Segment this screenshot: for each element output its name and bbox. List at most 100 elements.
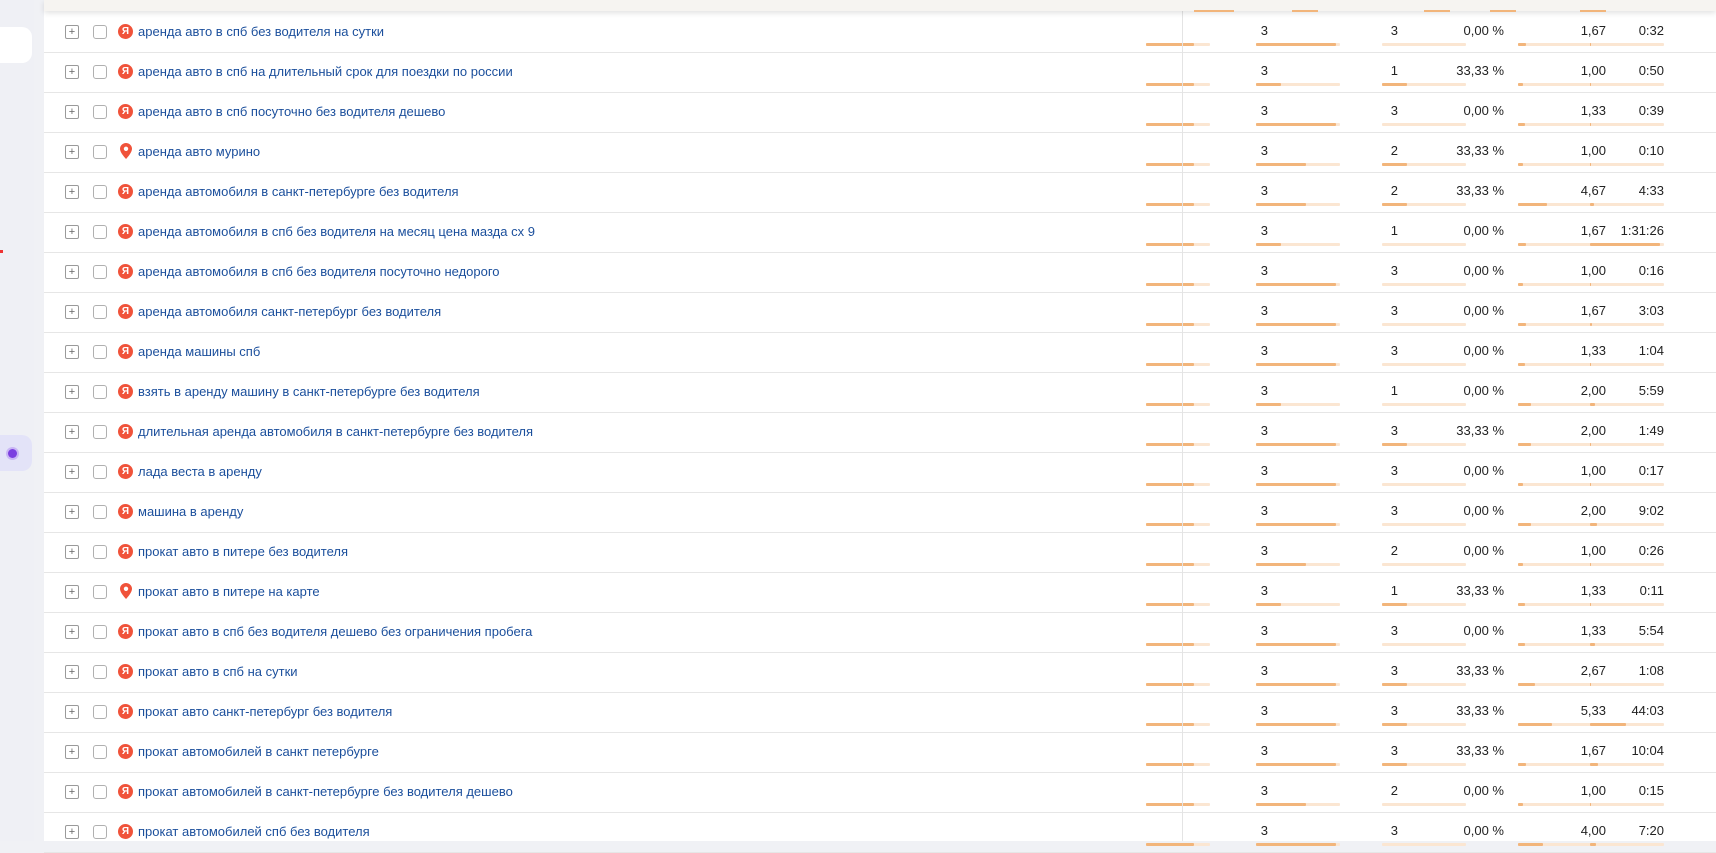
row-checkbox[interactable]: [93, 265, 107, 279]
table-row[interactable]: + Япрокат авто в спб без водителя дешево …: [44, 612, 1716, 653]
search-phrase-link[interactable]: прокат авто в питере без водителя: [138, 544, 348, 559]
sidebar-item-active[interactable]: [0, 435, 32, 471]
search-phrase-link[interactable]: длительная аренда автомобиля в санкт-пет…: [138, 424, 533, 439]
expand-icon[interactable]: +: [65, 385, 79, 399]
expand-icon[interactable]: +: [65, 105, 79, 119]
search-phrase-link[interactable]: аренда автомобиля в спб без водителя на …: [138, 224, 535, 239]
row-checkbox[interactable]: [93, 585, 107, 599]
table-row[interactable]: + Яаренда авто в спб без водителя на сутк…: [44, 12, 1716, 53]
search-phrase-link[interactable]: аренда автомобиля в спб без водителя пос…: [138, 264, 500, 279]
metric-cell-bounce: 0,00 %: [1376, 492, 1512, 532]
metric-bar-fill: [1146, 203, 1194, 206]
metric-value-bounce: 0,00 %: [1463, 623, 1504, 638]
table-row[interactable]: + Яаренда автомобиля в спб без водителя н…: [44, 212, 1716, 253]
search-phrase-link[interactable]: прокат автомобилей спб без водителя: [138, 824, 370, 839]
table-row[interactable]: + Яаренда авто в спб посуточно без водите…: [44, 92, 1716, 133]
expand-icon[interactable]: +: [65, 65, 79, 79]
table-row[interactable]: + Япрокат авто в питере без водителя 3 2 0,0…: [44, 532, 1716, 573]
search-phrase-link[interactable]: лада веста в аренду: [138, 464, 262, 479]
expand-icon[interactable]: +: [65, 465, 79, 479]
row-checkbox[interactable]: [93, 25, 107, 39]
search-phrase-link[interactable]: взять в аренду машину в санкт-петербурге…: [138, 384, 480, 399]
metric-bar-fill: [1590, 523, 1597, 526]
search-phrase-link[interactable]: прокат автомобилей в санкт петербурге: [138, 744, 379, 759]
metric-value-time: 10:04: [1631, 743, 1664, 758]
search-phrase-link[interactable]: прокат авто в спб на сутки: [138, 664, 298, 679]
search-phrase-link[interactable]: машина в аренду: [138, 504, 243, 519]
expand-icon[interactable]: +: [65, 825, 79, 839]
row-checkbox[interactable]: [93, 105, 107, 119]
table-row[interactable]: + Яаренда автомобиля в спб без водителя п…: [44, 252, 1716, 293]
expand-icon[interactable]: +: [65, 705, 79, 719]
table-row[interactable]: + Япрокат авто санкт-петербург без водите…: [44, 692, 1716, 733]
metric-bar-fill: [1256, 683, 1336, 686]
table-row[interactable]: + Япрокат автомобилей в санкт петербурге 3…: [44, 732, 1716, 773]
row-checkbox[interactable]: [93, 305, 107, 319]
row-checkbox[interactable]: [93, 785, 107, 799]
row-checkbox[interactable]: [93, 705, 107, 719]
metric-value-bounce: 0,00 %: [1463, 463, 1504, 478]
yandex-icon: Я: [118, 184, 133, 199]
table-row[interactable]: + аренда авто мурино 3 2 33,33 % 1,00 0:10: [44, 132, 1716, 173]
row-checkbox[interactable]: [93, 665, 107, 679]
expand-icon[interactable]: +: [65, 305, 79, 319]
row-checkbox[interactable]: [93, 385, 107, 399]
table-row[interactable]: + Япрокат автомобилей в санкт-петербурге …: [44, 772, 1716, 813]
row-checkbox[interactable]: [93, 425, 107, 439]
expand-icon[interactable]: +: [65, 545, 79, 559]
expand-icon[interactable]: +: [65, 345, 79, 359]
expand-icon[interactable]: +: [65, 505, 79, 519]
row-checkbox[interactable]: [93, 465, 107, 479]
row-checkbox[interactable]: [93, 825, 107, 839]
sidebar-item[interactable]: [0, 27, 32, 63]
metric-bar-track: [1146, 643, 1210, 646]
metric-value-time: 3:03: [1638, 303, 1664, 318]
search-phrase-link[interactable]: аренда авто в спб посуточно без водителя…: [138, 104, 445, 119]
search-phrase-link[interactable]: аренда авто в спб без водителя на сутки: [138, 24, 384, 39]
expand-icon[interactable]: +: [65, 625, 79, 639]
row-checkbox[interactable]: [93, 545, 107, 559]
expand-icon[interactable]: +: [65, 745, 79, 759]
expand-icon[interactable]: +: [65, 225, 79, 239]
metric-bar-track: [1382, 803, 1466, 806]
table-row[interactable]: + Ямашина в аренду 3 3 0,00 % 2,00 9:02: [44, 492, 1716, 533]
expand-icon[interactable]: +: [65, 585, 79, 599]
table-row[interactable]: + Япрокат авто в спб на сутки 3 3 33,33 % 2,6…: [44, 652, 1716, 693]
table-row[interactable]: + Ялада веста в аренду 3 3 0,00 % 1,00 0:17: [44, 452, 1716, 493]
expand-icon[interactable]: +: [65, 185, 79, 199]
table-row[interactable]: + Япрокат автомобилей спб без водителя 3 3 0…: [44, 812, 1716, 853]
row-checkbox[interactable]: [93, 505, 107, 519]
metric-value-bounce: 33,33 %: [1456, 743, 1504, 758]
expand-icon[interactable]: +: [65, 145, 79, 159]
expand-icon[interactable]: +: [65, 25, 79, 39]
expand-icon[interactable]: +: [65, 665, 79, 679]
table-row[interactable]: + Яаренда машины спб 3 3 0,00 % 1,33 1:04: [44, 332, 1716, 373]
search-phrase-link[interactable]: прокат автомобилей в санкт-петербурге бе…: [138, 784, 513, 799]
row-checkbox[interactable]: [93, 745, 107, 759]
row-checkbox[interactable]: [93, 145, 107, 159]
expand-icon[interactable]: +: [65, 425, 79, 439]
table-row[interactable]: + Явзять в аренду машину в санкт-петербур…: [44, 372, 1716, 413]
table-row[interactable]: + Яаренда автомобиля санкт-петербург без …: [44, 292, 1716, 333]
expand-icon[interactable]: +: [65, 785, 79, 799]
metric-bar-fill: [1256, 763, 1336, 766]
table-row[interactable]: + Яаренда авто в спб на длительный срок д…: [44, 52, 1716, 93]
row-checkbox[interactable]: [93, 225, 107, 239]
search-phrase-link[interactable]: аренда автомобиля в санкт-петербурге без…: [138, 184, 459, 199]
row-checkbox[interactable]: [93, 345, 107, 359]
search-phrase-link[interactable]: аренда машины спб: [138, 344, 260, 359]
row-checkbox[interactable]: [93, 185, 107, 199]
search-phrase-link[interactable]: прокат авто в питере на карте: [138, 584, 320, 599]
table-row[interactable]: + прокат авто в питере на карте 3 1 33,33 % 1…: [44, 572, 1716, 613]
search-phrase-link[interactable]: аренда авто мурино: [138, 144, 260, 159]
metric-bar-fill: [1518, 643, 1525, 646]
table-row[interactable]: + Ядлительная аренда автомобиля в санкт-п…: [44, 412, 1716, 453]
row-checkbox[interactable]: [93, 65, 107, 79]
expand-icon[interactable]: +: [65, 265, 79, 279]
search-phrase-link[interactable]: аренда авто в спб на длительный срок для…: [138, 64, 513, 79]
search-phrase-link[interactable]: прокат авто в спб без водителя дешево бе…: [138, 624, 532, 639]
row-checkbox[interactable]: [93, 625, 107, 639]
search-phrase-link[interactable]: аренда автомобиля санкт-петербург без во…: [138, 304, 441, 319]
table-row[interactable]: + Яаренда автомобиля в санкт-петербурге б…: [44, 172, 1716, 213]
search-phrase-link[interactable]: прокат авто санкт-петербург без водителя: [138, 704, 392, 719]
